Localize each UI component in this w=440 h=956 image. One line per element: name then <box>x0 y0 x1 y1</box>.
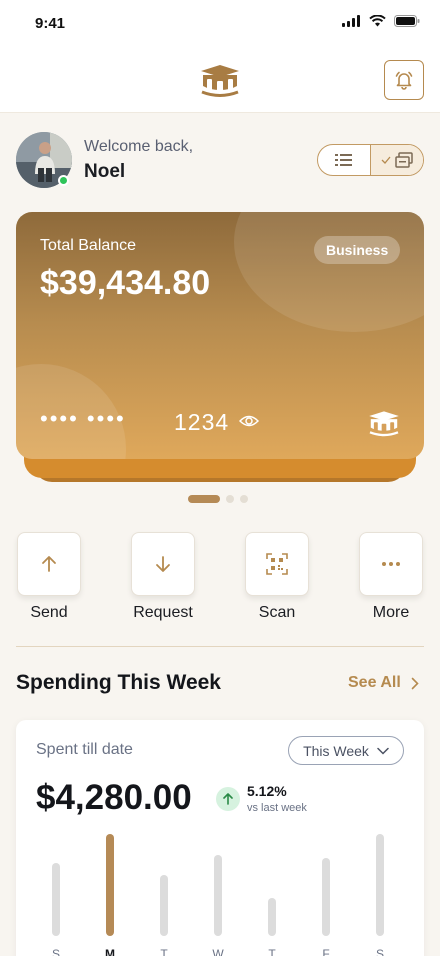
welcome-row: Welcome back, Noel <box>16 132 424 188</box>
welcome-greeting: Welcome back, <box>84 138 194 155</box>
trend-up-icon <box>216 787 240 811</box>
scan-label: Scan <box>258 604 296 621</box>
chart-bar[interactable] <box>376 834 384 936</box>
chart-bar[interactable] <box>322 858 330 936</box>
section-divider <box>16 646 424 647</box>
notifications-button[interactable] <box>384 60 424 100</box>
send-label: Send <box>30 604 68 621</box>
status-bar: 9:41 <box>0 0 440 46</box>
period-value: This Week <box>303 742 369 759</box>
battery-icon <box>394 15 420 27</box>
check-icon <box>381 156 391 164</box>
card-number-mask: •••• •••• <box>40 406 126 431</box>
quick-actions: Send Request Scan More <box>16 532 424 624</box>
pager-dot[interactable] <box>240 495 248 503</box>
balance-amount: $39,434.80 <box>40 264 211 302</box>
card-last-four: 1234 <box>174 409 230 435</box>
chevron-right-icon <box>411 677 419 689</box>
scan-button[interactable] <box>245 532 309 596</box>
see-all-label: See All <box>348 674 401 691</box>
card-pager <box>188 495 248 503</box>
chart-bar[interactable] <box>106 834 114 936</box>
more-action[interactable]: More <box>359 532 423 621</box>
arrow-down-icon <box>156 556 170 572</box>
chart-day-label: S <box>51 947 60 956</box>
spent-label: Spent till date <box>36 741 133 758</box>
card-stack-icon <box>395 152 413 168</box>
chart-day-label: W <box>212 947 224 956</box>
spending-section-title: Spending This Week <box>16 671 221 694</box>
change-percent: 5.12% <box>247 783 287 799</box>
spending-card: Spent till date This Week $4,280.00 5.12… <box>16 720 424 956</box>
online-status-dot <box>58 175 69 186</box>
balance-card-stack[interactable]: Total Balance $39,434.80 Business •••• •… <box>16 212 424 487</box>
chart-day-label: M <box>105 947 115 956</box>
graduation-cap-logo <box>369 411 399 437</box>
wifi-icon <box>369 15 386 27</box>
see-all-link[interactable]: See All <box>348 674 419 692</box>
account-type-badge: Business <box>314 236 401 264</box>
chart-day-label: T <box>160 947 168 956</box>
card-decoration <box>234 212 424 332</box>
weekly-spending-chart: SMTWTFS <box>16 830 424 956</box>
chart-day-label: S <box>375 947 384 956</box>
view-toggle <box>317 144 424 176</box>
spent-amount: $4,280.00 <box>36 778 192 817</box>
arrow-up-icon <box>223 793 233 805</box>
send-button[interactable] <box>17 532 81 596</box>
list-icon <box>335 154 352 166</box>
eye-icon[interactable] <box>239 414 259 428</box>
app-header <box>0 46 440 113</box>
card-view-button[interactable] <box>370 145 423 175</box>
send-action[interactable]: Send <box>17 532 81 621</box>
more-label: More <box>372 604 410 621</box>
balance-card[interactable]: Total Balance $39,434.80 Business •••• •… <box>16 212 424 459</box>
chart-day-label: F <box>322 947 330 956</box>
more-button[interactable] <box>359 532 423 596</box>
request-label: Request <box>133 604 193 621</box>
balance-label: Total Balance <box>40 237 137 254</box>
chart-bar[interactable] <box>214 855 222 936</box>
user-name: Noel <box>84 161 126 182</box>
bell-icon <box>395 71 413 90</box>
request-action[interactable]: Request <box>131 532 195 621</box>
change-note: vs last week <box>247 802 307 814</box>
qr-scan-icon <box>266 553 288 575</box>
status-icons <box>342 15 420 27</box>
chart-bar[interactable] <box>268 898 276 936</box>
pager-dot[interactable] <box>188 495 220 503</box>
period-dropdown[interactable]: This Week <box>288 736 404 765</box>
status-time: 9:41 <box>35 15 66 32</box>
more-dots-icon <box>382 562 400 566</box>
chart-bar[interactable] <box>52 863 60 936</box>
arrow-up-icon <box>42 556 56 572</box>
list-view-button[interactable] <box>318 145 370 175</box>
graduation-cap-logo <box>201 65 239 97</box>
signal-icon <box>342 15 360 27</box>
chevron-down-icon <box>377 747 389 755</box>
chart-bar[interactable] <box>160 875 168 936</box>
scan-action[interactable]: Scan <box>245 532 309 621</box>
pager-dot[interactable] <box>226 495 234 503</box>
request-button[interactable] <box>131 532 195 596</box>
chart-day-label: T <box>268 947 276 956</box>
